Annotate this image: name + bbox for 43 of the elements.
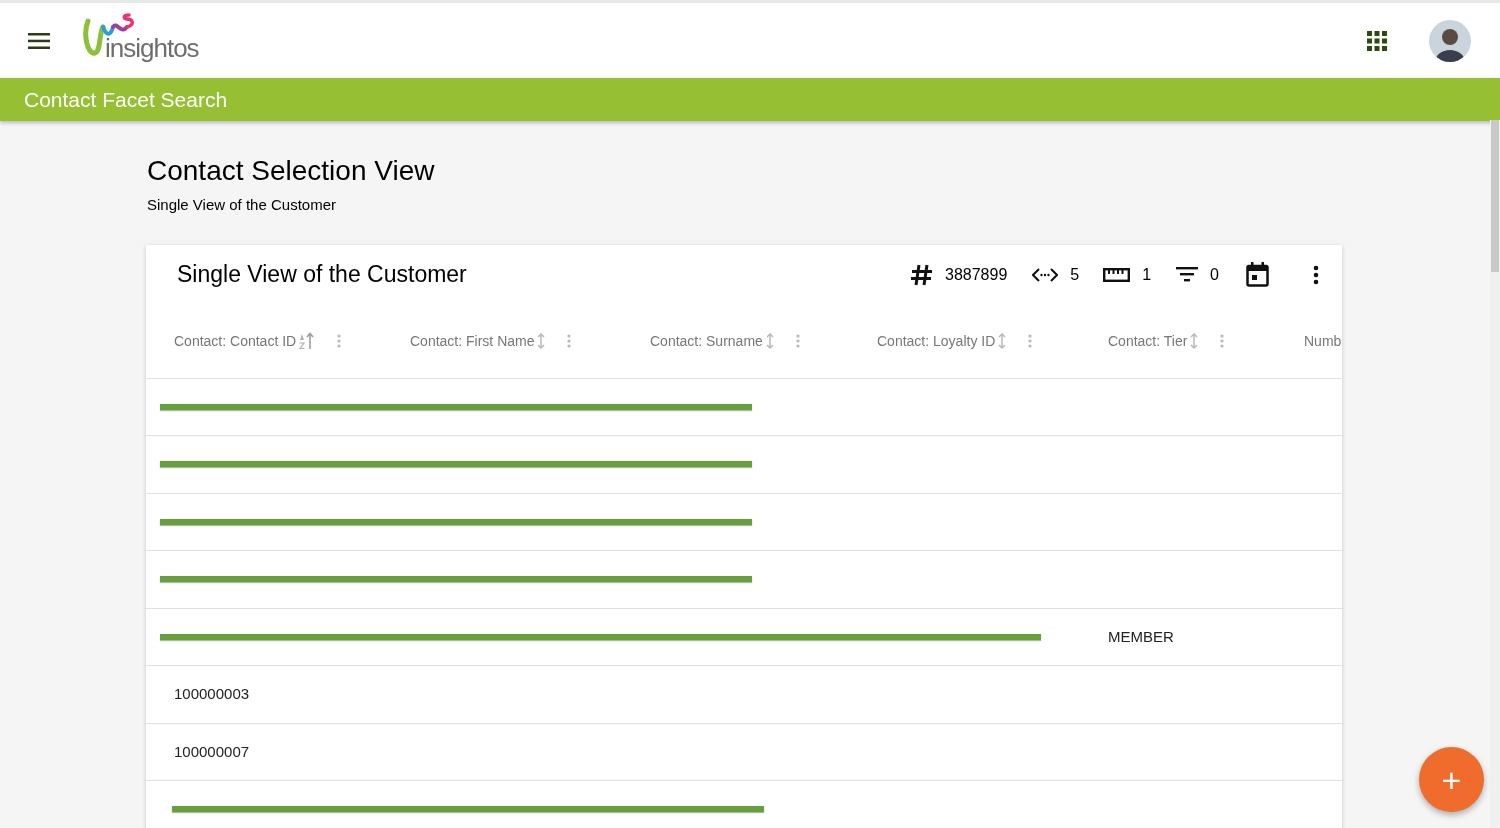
- calendar-button[interactable]: [1245, 261, 1269, 288]
- sort-icon[interactable]: [1190, 333, 1199, 349]
- card-title: Single View of the Customer: [177, 260, 467, 290]
- filter-icon: [1176, 267, 1199, 282]
- column-header[interactable]: Contact: Tier: [1108, 330, 1188, 352]
- code-arrows-icon: [1032, 266, 1059, 283]
- menu-button[interactable]: [27, 30, 51, 51]
- column-header[interactable]: Contact: First Name: [410, 330, 535, 352]
- stat-value: 0: [1210, 264, 1219, 285]
- hash-icon: [911, 263, 933, 286]
- column-menu-icon[interactable]: [337, 334, 342, 348]
- stat-value: 5: [1070, 264, 1080, 285]
- calendar-icon: [1245, 262, 1269, 287]
- column-header[interactable]: Numb: [1304, 330, 1342, 352]
- stat-value: 3887899: [945, 264, 1008, 285]
- sort-icon[interactable]: [537, 333, 546, 349]
- apps-button[interactable]: [1367, 30, 1387, 51]
- add-button[interactable]: +: [1419, 747, 1484, 812]
- column-header[interactable]: Contact: Surname: [650, 330, 763, 352]
- more-button[interactable]: [1313, 264, 1319, 285]
- column-menu-icon[interactable]: [1028, 334, 1033, 348]
- column-header[interactable]: Contact: Loyalty ID: [877, 330, 996, 352]
- apps-icon: [1367, 30, 1387, 51]
- column-menu-icon[interactable]: [567, 334, 572, 348]
- table-cell: 100000003: [174, 685, 250, 703]
- view-subtitle: Single View of the Customer: [147, 195, 337, 215]
- menu-icon: [28, 32, 50, 49]
- sort-icon[interactable]: [998, 333, 1007, 349]
- stat-value: 1: [1142, 264, 1152, 285]
- logo-text: insightos: [105, 34, 199, 61]
- table-cell: 100000007: [174, 742, 250, 760]
- ruler-icon: [1103, 267, 1131, 282]
- column-menu-icon[interactable]: [795, 334, 800, 348]
- scrollbar[interactable]: [1490, 120, 1500, 828]
- column-header[interactable]: Contact: Contact ID: [174, 330, 297, 352]
- table-cell-text: MEMBER: [1108, 626, 1174, 647]
- column-menu-icon[interactable]: [1220, 334, 1225, 348]
- page-title: Contact Facet Search: [24, 86, 228, 113]
- more-icon: [1313, 264, 1319, 285]
- sort-icon[interactable]: [765, 333, 774, 349]
- sort-ascending-icon[interactable]: [299, 332, 316, 350]
- view-title: Contact Selection View: [147, 155, 436, 187]
- avatar[interactable]: [1429, 19, 1471, 62]
